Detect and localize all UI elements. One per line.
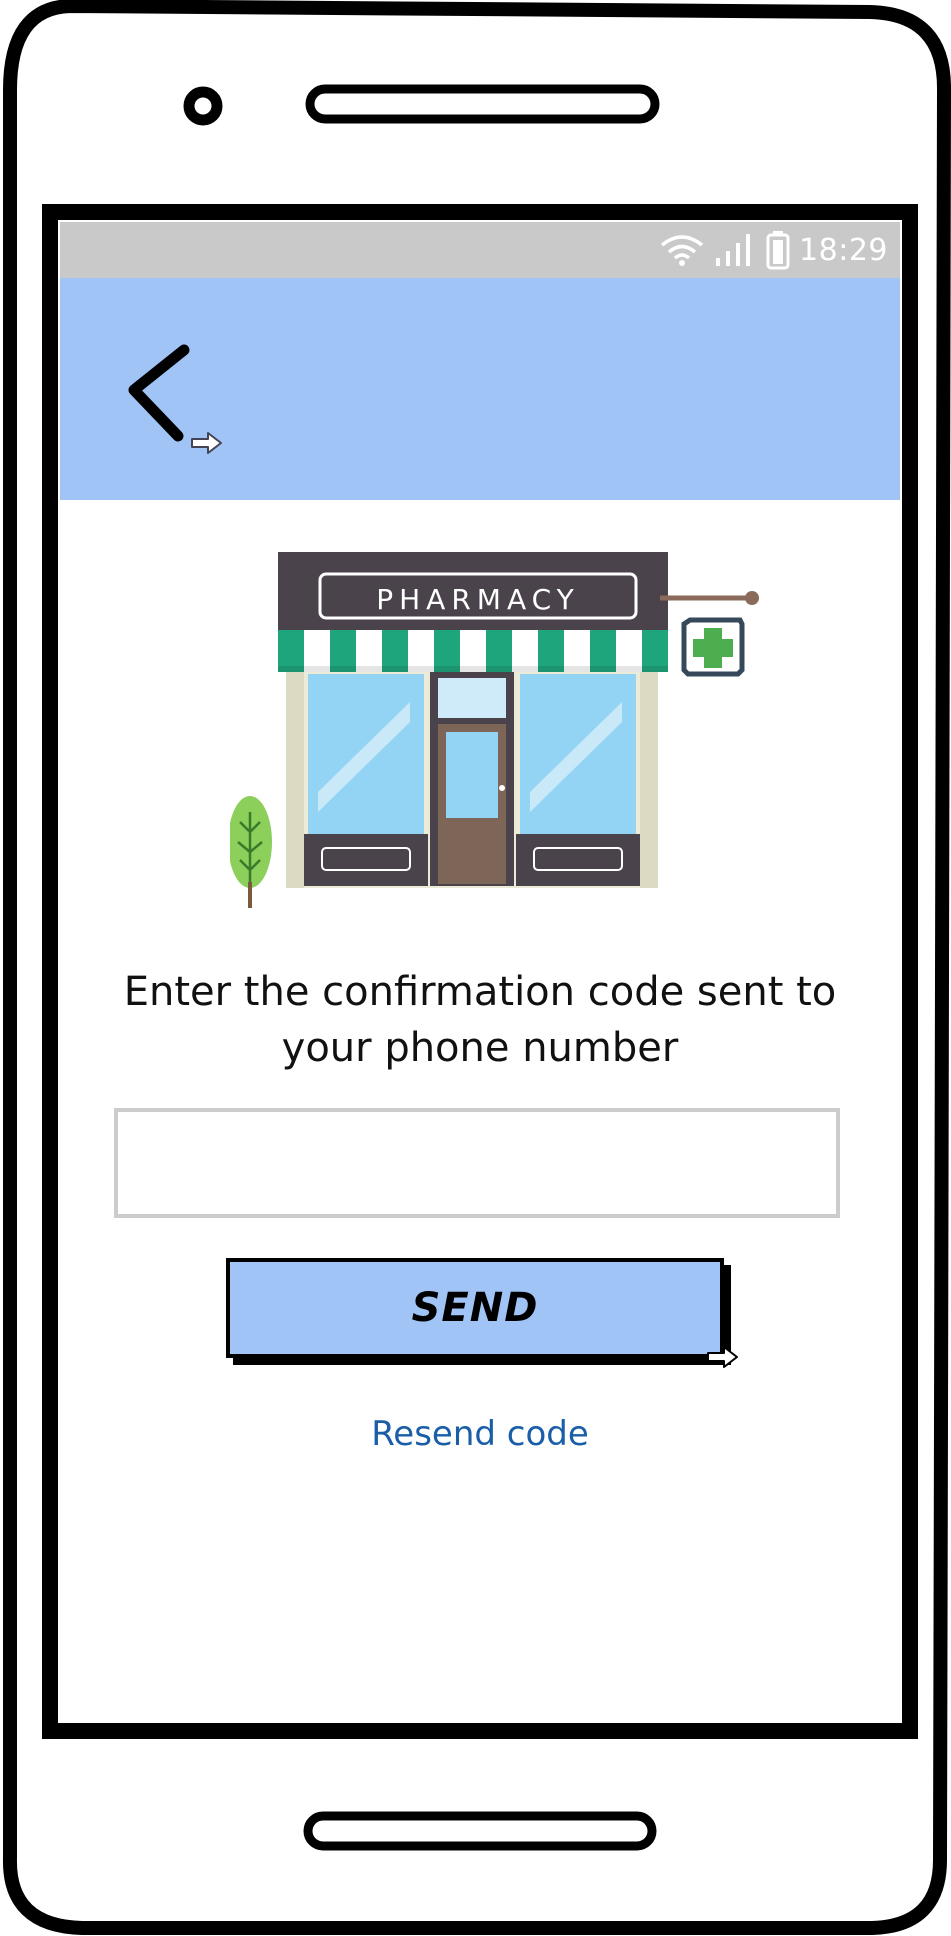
confirmation-code-input[interactable]: [114, 1108, 840, 1218]
prompt-line-2: your phone number: [281, 1025, 679, 1071]
screen: 18:29 PHARMACY Enter the confirmation co…: [60, 222, 900, 1721]
battery-icon: [766, 231, 790, 270]
signal-icon: [716, 234, 751, 266]
wifi-icon: [660, 235, 704, 266]
send-button[interactable]: SEND: [226, 1258, 724, 1358]
pharmacy-sign-text: PHARMACY: [376, 583, 580, 616]
pharmacy-cross-icon: [681, 617, 745, 677]
app-bar: [60, 278, 900, 500]
send-button-label: SEND: [411, 1285, 539, 1331]
confirmation-prompt: Enter the confirmation code sent to your…: [60, 964, 900, 1076]
status-bar: 18:29: [60, 222, 900, 278]
status-time: 18:29: [799, 232, 888, 268]
link-arrow-icon: [707, 1346, 738, 1368]
resend-code-link[interactable]: Resend code: [60, 1414, 900, 1454]
link-arrow-icon: [191, 432, 222, 454]
pharmacy-storefront-illustration: PHARMACY: [230, 552, 759, 908]
prompt-line-1: Enter the confirmation code sent to: [123, 969, 837, 1015]
